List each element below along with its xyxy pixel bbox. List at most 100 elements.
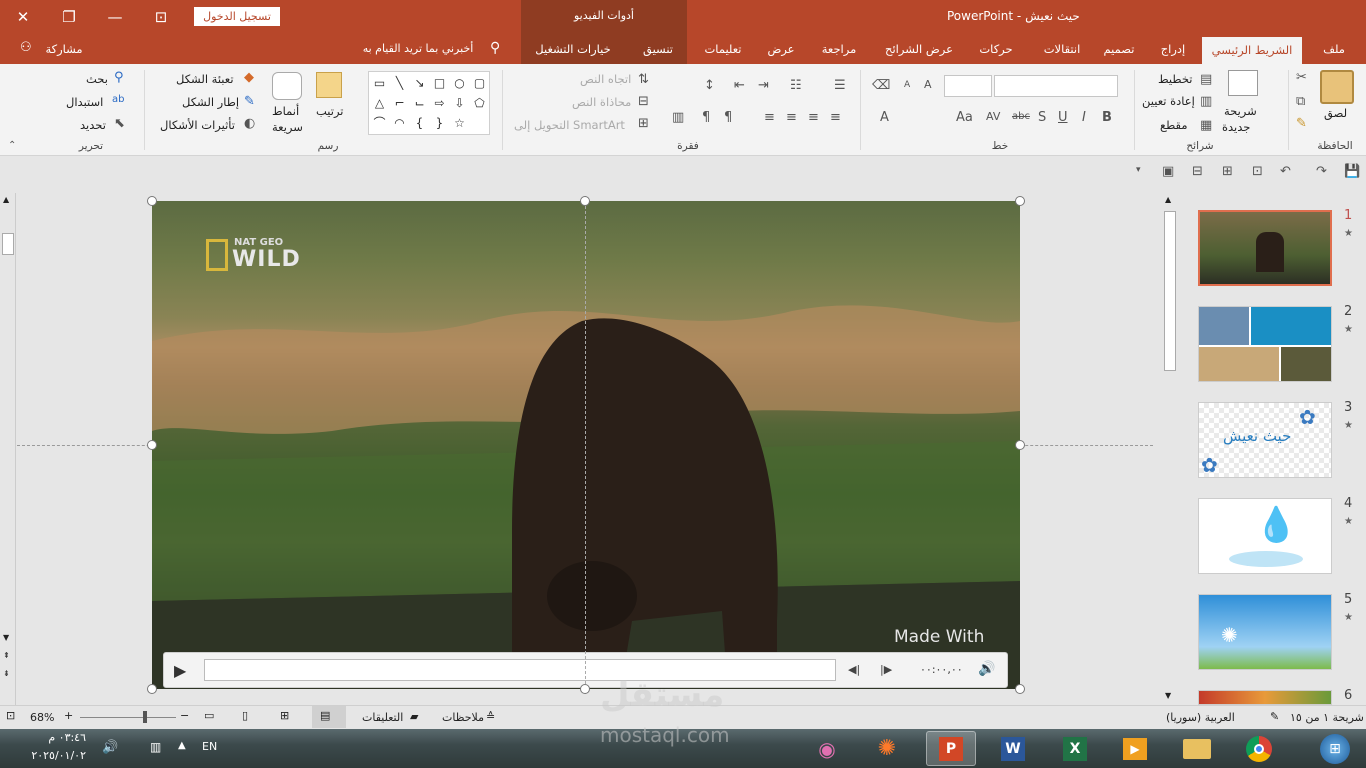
- collapse-ribbon-icon[interactable]: ⌃: [8, 140, 16, 151]
- tab-design[interactable]: تصميم: [1098, 34, 1140, 64]
- format-painter-icon[interactable]: ✎: [1296, 116, 1307, 131]
- volume-tray-icon[interactable]: 🔊: [102, 740, 118, 755]
- slideshow-view-icon[interactable]: ▭: [204, 709, 214, 722]
- bold-button[interactable]: B: [1102, 110, 1112, 125]
- arc-shape-icon[interactable]: ◠: [391, 114, 408, 131]
- align-left-icon[interactable]: ≡: [786, 110, 797, 125]
- ltr-icon[interactable]: ¶: [702, 110, 710, 125]
- star-shape-icon[interactable]: ☆: [451, 114, 468, 131]
- taskbar-app-colorwheel-icon[interactable]: ✺: [862, 731, 912, 766]
- rectangle-shape-icon[interactable]: □: [431, 74, 448, 91]
- font-size-dropdown[interactable]: [944, 75, 992, 97]
- right-arrow-shape-icon[interactable]: ⇨: [431, 94, 448, 111]
- justify-icon[interactable]: ≡: [764, 110, 775, 125]
- tab-insert[interactable]: إدراج: [1152, 34, 1194, 64]
- skip-back-icon[interactable]: ◀|: [848, 663, 860, 676]
- curve-shape-icon[interactable]: ⌒: [371, 114, 388, 131]
- oval-shape-icon[interactable]: ○: [451, 74, 468, 91]
- shape-outline-button[interactable]: إطار الشكل: [182, 95, 239, 109]
- new-slide-label-2[interactable]: جديدة: [1222, 120, 1250, 134]
- taskbar-app-excel-icon[interactable]: X: [1050, 731, 1100, 766]
- reset-button[interactable]: إعادة تعيين: [1142, 94, 1195, 108]
- smartart-icon[interactable]: ⊞: [638, 116, 649, 131]
- tab-home[interactable]: الشريط الرئيسي: [1202, 37, 1302, 64]
- paste-icon[interactable]: [1320, 70, 1354, 104]
- zoom-level[interactable]: 68%: [30, 711, 54, 724]
- layout-icon[interactable]: ▤: [1200, 72, 1212, 87]
- text-direction-button[interactable]: اتجاه النص: [580, 72, 631, 86]
- thumbnail-scrollbar[interactable]: ▲ ▼: [1162, 193, 1178, 705]
- tray-expand-icon[interactable]: ▲: [178, 740, 186, 751]
- shape-outline-icon[interactable]: ✎: [244, 94, 255, 109]
- restore-icon[interactable]: ❐: [46, 0, 92, 34]
- start-slideshow-icon[interactable]: ⊡: [1252, 164, 1263, 179]
- notes-button[interactable]: ملاحظات: [442, 711, 484, 724]
- arrow-shape-icon[interactable]: ↘: [411, 74, 428, 91]
- undo-icon[interactable]: ↶: [1280, 164, 1291, 179]
- taskbar-app-powerpoint-icon[interactable]: P: [926, 731, 976, 766]
- vertical-scrollbar[interactable]: ▲ ▼ ⇞ ⇟: [0, 193, 16, 705]
- taskbar-app-mediaplayer-icon[interactable]: ▶: [1110, 731, 1160, 766]
- taskbar-app-word-icon[interactable]: W: [988, 731, 1038, 766]
- slide-thumbnail-3[interactable]: حيث نعيش ✿ ✿: [1198, 402, 1332, 478]
- seek-bar[interactable]: [204, 659, 836, 681]
- zoom-slider-thumb[interactable]: [143, 711, 148, 723]
- shape-effects-icon[interactable]: ◐: [244, 116, 255, 131]
- indent-increase-icon[interactable]: ⇥: [758, 78, 769, 93]
- shapes-gallery[interactable]: ▭ ╲ ↘ □ ○ ▢ △ ⌐ ⌙ ⇨ ⇩ ⬠ ⌒ ◠ { } ☆: [368, 71, 490, 135]
- align-text-icon[interactable]: ⊟: [638, 94, 649, 109]
- section-icon[interactable]: ▦: [1200, 118, 1212, 133]
- arrange-button[interactable]: ترتيب: [316, 104, 344, 118]
- find-button[interactable]: بحث: [86, 72, 108, 86]
- slide-sorter-icon[interactable]: ⊞: [280, 709, 289, 722]
- shadow-button[interactable]: S: [1038, 110, 1046, 125]
- quick-styles-icon[interactable]: [272, 72, 302, 100]
- freeform-shape-icon[interactable]: ⬠: [471, 94, 488, 111]
- shrink-font-icon[interactable]: A: [904, 80, 910, 90]
- taskbar-app-explorer-icon[interactable]: [1172, 731, 1222, 766]
- align-text-button[interactable]: محاذاة النص: [572, 95, 631, 109]
- replace-icon[interactable]: ab: [112, 94, 124, 105]
- taskbar-app-paint-icon[interactable]: ◉: [802, 731, 852, 766]
- font-color-button[interactable]: A: [880, 110, 889, 125]
- clear-formatting-icon[interactable]: ⌫: [872, 78, 890, 93]
- line-shape-icon[interactable]: ╲: [391, 74, 408, 91]
- tab-view[interactable]: عرض: [760, 34, 802, 64]
- slide-thumbnail-5[interactable]: ✺: [1198, 594, 1332, 670]
- fit-slide-icon[interactable]: ⊡: [6, 709, 15, 722]
- slide-thumbnail-2[interactable]: [1198, 306, 1332, 382]
- align-center-icon[interactable]: ≡: [808, 110, 819, 125]
- replace-button[interactable]: استبدال: [66, 95, 103, 109]
- slide-thumbnail-6[interactable]: [1198, 690, 1332, 705]
- video-frame[interactable]: NAT GEO WILD Made With ▶ ◀| |▶ ٠٠:٠٠,٠٠ …: [152, 201, 1020, 689]
- align-right-icon[interactable]: ≡: [830, 110, 841, 125]
- input-language[interactable]: EN: [202, 740, 217, 753]
- convert-smartart-button[interactable]: التحويل إلى SmartArt: [514, 118, 625, 132]
- scroll-up-icon[interactable]: ▲: [3, 195, 9, 204]
- tab-slideshow[interactable]: عرض الشرائح: [876, 34, 962, 64]
- taskbar-app-chrome-icon[interactable]: [1234, 731, 1284, 766]
- customize-qat-icon[interactable]: ▾: [1136, 165, 1141, 175]
- resize-handle-ml[interactable]: [147, 440, 157, 450]
- quick-styles-label-1[interactable]: أنماط: [272, 104, 299, 118]
- reading-view-icon[interactable]: ▯: [242, 709, 248, 722]
- clock-time[interactable]: ٠٣:٤٦ م: [24, 731, 86, 744]
- connector-shape-icon[interactable]: ⌐: [391, 94, 408, 111]
- qat-group-icon[interactable]: ⊟: [1192, 164, 1203, 179]
- windows-start-icon[interactable]: ⊞: [1310, 731, 1360, 766]
- close-icon[interactable]: ✕: [0, 0, 46, 34]
- cut-icon[interactable]: ✂: [1296, 70, 1307, 85]
- resize-handle-tr[interactable]: [1015, 196, 1025, 206]
- clock-date[interactable]: ٢٠٢٥/٠١/٠٢: [24, 749, 86, 762]
- quick-styles-label-2[interactable]: سريعة: [272, 120, 303, 134]
- change-case-button[interactable]: Aa: [956, 110, 973, 125]
- font-name-dropdown[interactable]: [994, 75, 1118, 97]
- network-tray-icon[interactable]: ▥: [150, 740, 161, 754]
- columns-icon[interactable]: ▥: [672, 110, 684, 125]
- qat-shape-icon[interactable]: ⊞: [1222, 164, 1233, 179]
- grow-font-icon[interactable]: A: [924, 78, 932, 91]
- line-spacing-icon[interactable]: ↕: [704, 78, 715, 93]
- play-icon[interactable]: ▶: [174, 661, 186, 680]
- triangle-shape-icon[interactable]: △: [371, 94, 388, 111]
- brace-right-shape-icon[interactable]: }: [431, 114, 448, 131]
